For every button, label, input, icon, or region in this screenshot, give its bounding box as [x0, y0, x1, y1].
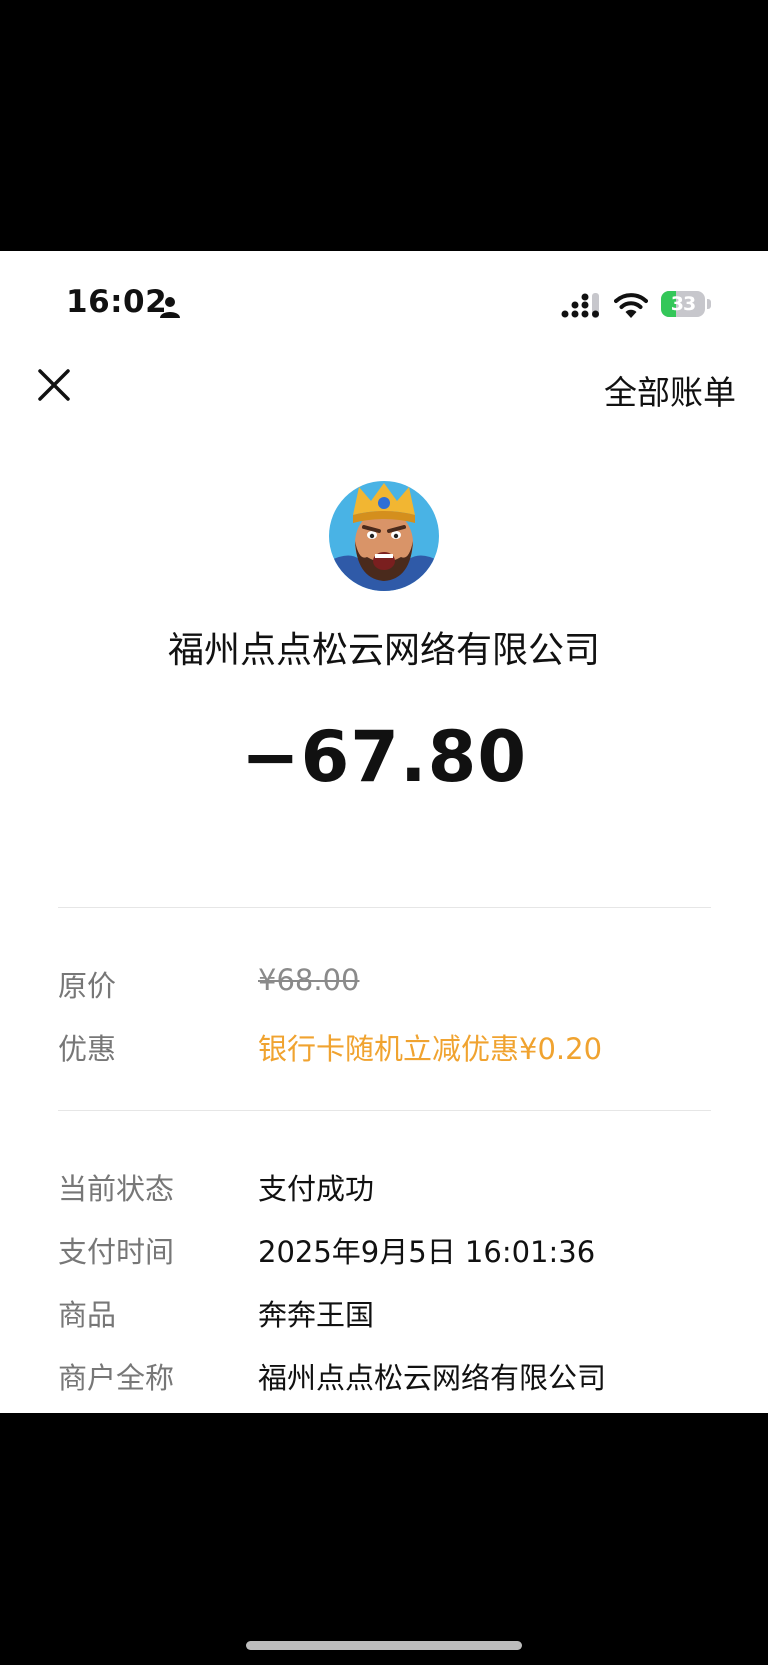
- home-indicator[interactable]: [246, 1641, 522, 1650]
- all-bills-link[interactable]: 全部账单: [604, 366, 736, 414]
- merchant-fullname-label: 商户全称: [58, 1361, 175, 1395]
- battery-nub: [707, 299, 711, 309]
- merchant-fullname-value: 福州点点松云网络有限公司: [258, 1361, 607, 1395]
- close-icon[interactable]: [30, 361, 78, 409]
- original-price-row: 原价 ¥68.00: [58, 963, 738, 1007]
- product-value: 奔奔王国: [258, 1298, 375, 1332]
- merchant-fullname-row: 商户全称 福州点点松云网络有限公司: [58, 1355, 738, 1399]
- status-row: 当前状态 支付成功: [58, 1166, 738, 1210]
- payment-time-label: 支付时间: [58, 1235, 175, 1269]
- product-label: 商品: [58, 1298, 117, 1332]
- wifi-icon: [614, 293, 648, 318]
- product-row: 商品 奔奔王国: [58, 1292, 738, 1336]
- battery-percent: 33: [670, 293, 696, 315]
- battery-indicator: 33: [661, 291, 711, 317]
- divider: [58, 907, 711, 908]
- discount-label: 优惠: [58, 1032, 117, 1066]
- status-label: 当前状态: [58, 1172, 175, 1206]
- discount-row: 优惠 银行卡随机立减优惠¥0.20: [58, 1026, 738, 1070]
- payment-time-row: 支付时间 2025年9月5日 16:01:36: [58, 1229, 738, 1273]
- status-bar: 16:02 33: [0, 251, 768, 320]
- payment-detail-screen: 16:02 33 全部账单 福州点点松云网络有限公司 −67.80 原价 ¥68…: [0, 251, 768, 1413]
- payment-time-value: 2025年9月5日 16:01:36: [258, 1235, 596, 1269]
- battery-shell: 33: [661, 291, 705, 317]
- status-time: 16:02: [66, 284, 168, 320]
- payment-amount: −67.80: [240, 716, 528, 798]
- person-icon: [160, 297, 180, 318]
- merchant-avatar: [329, 481, 439, 591]
- original-price-value: ¥68.00: [258, 963, 360, 997]
- status-value: 支付成功: [258, 1172, 375, 1206]
- divider: [58, 1110, 711, 1111]
- merchant-name: 福州点点松云网络有限公司: [167, 630, 600, 671]
- discount-value: 银行卡随机立减优惠¥0.20: [258, 1032, 603, 1066]
- original-price-label: 原价: [58, 969, 117, 1003]
- cellular-signal-icon: [561, 293, 599, 318]
